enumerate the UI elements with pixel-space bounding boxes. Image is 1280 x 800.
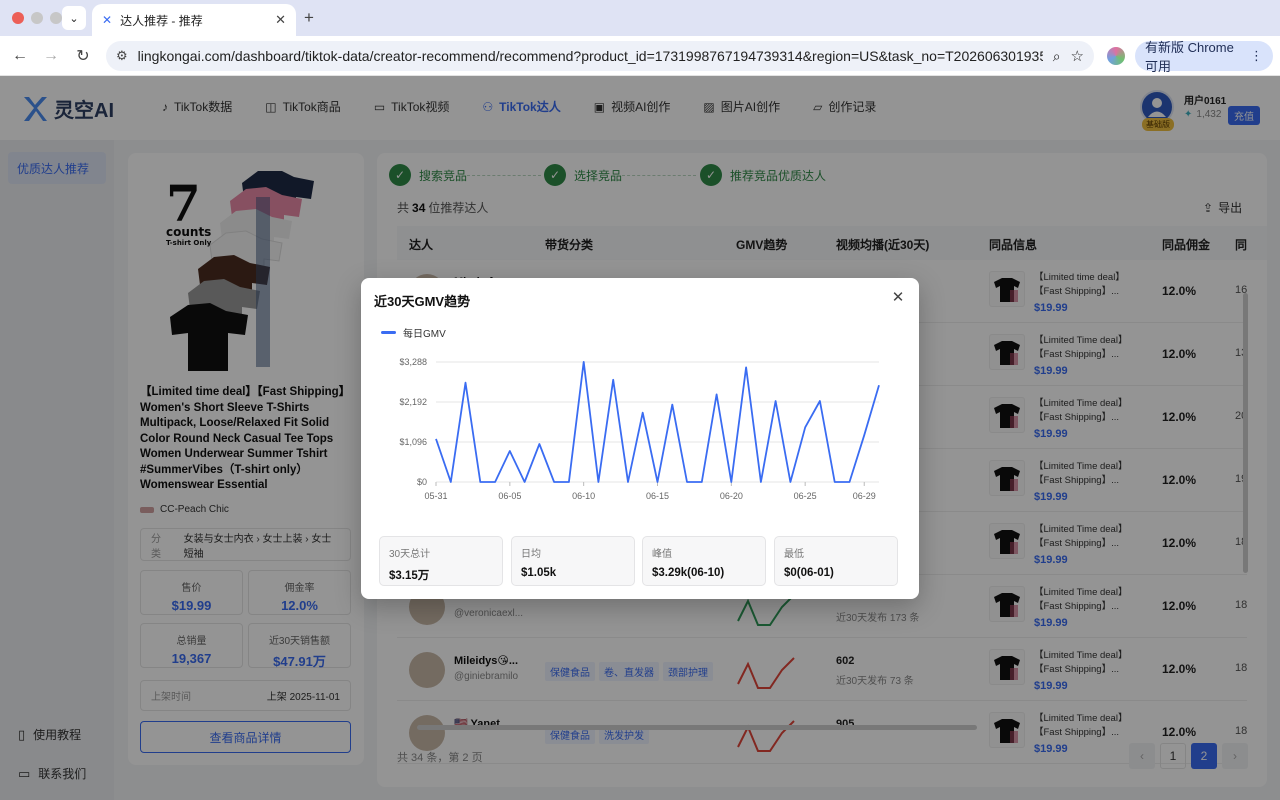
x-tick-label: 06-05 — [498, 491, 521, 501]
chrome-update-label: 有新版 Chrome 可用 — [1145, 40, 1234, 74]
site-settings-icon[interactable]: ⚙ — [116, 48, 128, 64]
more-menu-icon[interactable]: ⋮ — [1250, 48, 1263, 64]
close-tab-icon[interactable]: ✕ — [275, 12, 286, 28]
stat-value: $3.15万 — [389, 570, 430, 582]
y-tick-label: $1,096 — [399, 437, 427, 447]
stat-value: $3.29k(06-10) — [652, 567, 725, 579]
site-favicon-icon: ✕ — [102, 13, 113, 27]
new-tab-button[interactable]: + — [304, 8, 314, 28]
x-tick-label: 06-10 — [572, 491, 595, 501]
maximize-window-button[interactable] — [50, 12, 62, 24]
zoom-icon[interactable]: ⌕ — [1053, 48, 1061, 65]
gmv-trend-modal: 近30天GMV趋势 ✕ 每日GMV $0 $1,096 $2,192 $3,288 05… — [361, 278, 919, 599]
browser-tabstrip: ⌄ ✕ 达人推荐 - 推荐 ✕ + — [0, 0, 1280, 36]
y-tick-label: $3,288 — [399, 357, 427, 367]
tab-title: 达人推荐 - 推荐 — [120, 13, 203, 28]
reload-button[interactable]: ↻ — [72, 45, 94, 67]
legend-label: 每日GMV — [403, 329, 446, 340]
profile-avatar-icon[interactable] — [1107, 47, 1125, 65]
bookmark-star-icon[interactable]: ☆ — [1071, 47, 1084, 65]
browser-toolbar: ← → ↻ ⚙ lingkongai.com/dashboard/tiktok-… — [0, 36, 1280, 76]
gmv-series-line — [435, 360, 880, 483]
modal-title: 近30天GMV趋势 — [374, 294, 471, 309]
y-tick-label: $2,192 — [399, 397, 427, 407]
minimize-window-button[interactable] — [31, 12, 43, 24]
address-bar[interactable]: ⚙ lingkongai.com/dashboard/tiktok-data/c… — [106, 41, 1094, 71]
active-tab[interactable]: ✕ 达人推荐 - 推荐 ✕ — [92, 4, 296, 36]
gmv-line-chart: $0 $1,096 $2,192 $3,288 05-31 06-05 06-10 06-15… — [399, 357, 880, 501]
y-tick-label: $0 — [417, 477, 427, 487]
x-tick-label: 06-29 — [853, 491, 876, 501]
stat-daily-avg: 日均 $1.05k — [511, 536, 635, 586]
close-icon[interactable]: ✕ — [889, 288, 907, 306]
stat-value: $1.05k — [521, 567, 557, 579]
back-button[interactable]: ← — [9, 45, 31, 67]
chrome-update-button[interactable]: 有新版 Chrome 可用 ⋮ — [1135, 40, 1273, 74]
forward-button[interactable]: → — [40, 45, 62, 67]
tab-search-button[interactable]: ⌄ — [62, 6, 86, 30]
x-tick-label: 06-20 — [720, 491, 743, 501]
x-tick-label: 05-31 — [424, 491, 447, 501]
stat-key: 日均 — [521, 549, 541, 560]
chart-legend[interactable]: 每日GMV — [381, 325, 446, 340]
stat-peak: 峰值 $3.29k(06-10) — [642, 536, 766, 586]
stat-key: 最低 — [784, 549, 804, 560]
x-tick-label: 06-25 — [794, 491, 817, 501]
legend-swatch — [381, 331, 396, 334]
x-tick-label: 06-15 — [646, 491, 669, 501]
stat-key: 30天总计 — [389, 549, 431, 560]
close-window-button[interactable] — [12, 12, 24, 24]
stat-total: 30天总计 $3.15万 — [379, 536, 503, 586]
stat-key: 峰值 — [652, 549, 672, 560]
stat-min: 最低 $0(06-01) — [774, 536, 898, 586]
url-text: lingkongai.com/dashboard/tiktok-data/cre… — [137, 48, 1043, 64]
stat-value: $0(06-01) — [784, 567, 834, 579]
